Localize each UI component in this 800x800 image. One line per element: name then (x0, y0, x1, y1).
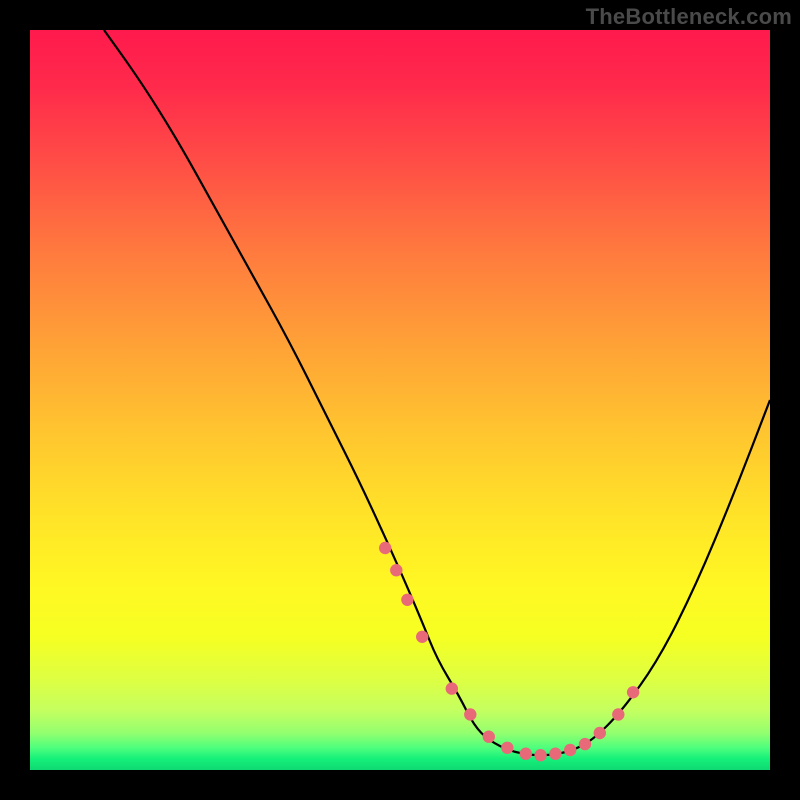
plot-area (30, 30, 770, 770)
highlight-dot (446, 682, 458, 694)
highlight-dot (534, 749, 546, 761)
highlight-dot (483, 731, 495, 743)
highlight-dot (594, 727, 606, 739)
watermark-text: TheBottleneck.com (586, 4, 792, 30)
highlight-dot (627, 686, 639, 698)
highlight-dots-group (379, 542, 639, 762)
highlight-dot (390, 564, 402, 576)
highlight-dot (579, 738, 591, 750)
highlight-dot (401, 594, 413, 606)
highlight-dot (549, 748, 561, 760)
highlight-dot (379, 542, 391, 554)
highlight-dot (501, 742, 513, 754)
highlight-dot (416, 631, 428, 643)
curve-svg (30, 30, 770, 770)
highlight-dot (564, 744, 576, 756)
bottleneck-curve-line (104, 30, 770, 755)
chart-frame: TheBottleneck.com (0, 0, 800, 800)
highlight-dot (612, 708, 624, 720)
highlight-dot (464, 708, 476, 720)
highlight-dot (520, 748, 532, 760)
